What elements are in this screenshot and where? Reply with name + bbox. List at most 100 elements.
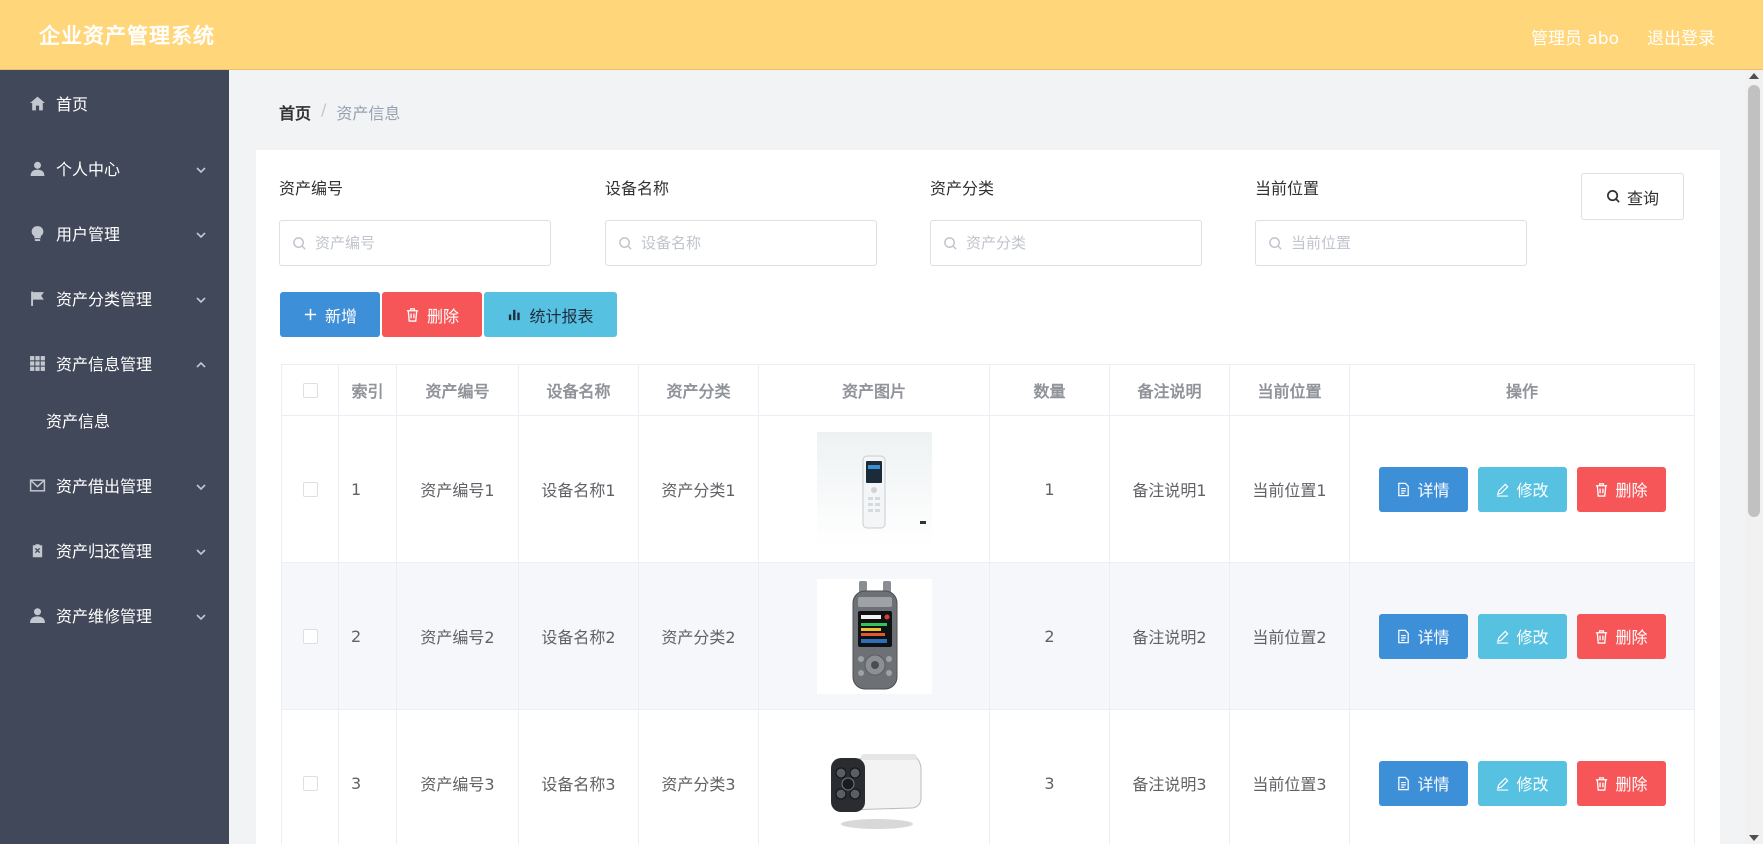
sidebar-item-label: 资产分类管理 xyxy=(56,290,153,309)
row-delete-button[interactable]: 删除 xyxy=(1576,466,1666,512)
security-camera-image xyxy=(816,725,932,841)
sidebar-item-asset-lending[interactable]: 资产借出管理 xyxy=(0,460,229,510)
search-icon xyxy=(944,236,957,250)
trash-icon xyxy=(1596,482,1608,497)
plus-icon xyxy=(304,308,317,321)
asset-category-input-wrap[interactable] xyxy=(930,220,1202,266)
asset-code-input-wrap[interactable] xyxy=(279,220,551,266)
cell-index: 2 xyxy=(339,563,397,709)
row-select-cell xyxy=(282,563,339,709)
edit-button-label: 修改 xyxy=(1516,628,1549,647)
trash-icon xyxy=(406,308,419,322)
header-device-name: 设备名称 xyxy=(519,365,639,415)
flag-icon xyxy=(28,289,46,307)
chevron-down-icon xyxy=(195,608,207,621)
asset-category-input[interactable] xyxy=(966,234,1186,252)
logout-link[interactable]: 退出登录 xyxy=(1647,24,1715,49)
add-button[interactable]: 新增 xyxy=(280,292,380,337)
cell-asset-image xyxy=(759,563,990,709)
location-input[interactable] xyxy=(1291,234,1511,252)
voice-recorder-image xyxy=(816,431,932,547)
edit-button[interactable]: 修改 xyxy=(1477,613,1567,659)
row-delete-button[interactable]: 删除 xyxy=(1576,760,1666,806)
report-button[interactable]: 统计报表 xyxy=(484,292,617,337)
header-quantity: 数量 xyxy=(990,365,1110,415)
location-input-wrap[interactable] xyxy=(1255,220,1527,266)
trash-icon xyxy=(1596,629,1608,644)
sidebar-item-asset-category[interactable]: 资产分类管理 xyxy=(0,273,229,323)
scrollbar-thumb[interactable] xyxy=(1748,85,1760,517)
batch-delete-button[interactable]: 删除 xyxy=(382,292,482,337)
breadcrumb-current: 资产信息 xyxy=(336,104,401,123)
search-icon xyxy=(1607,190,1620,203)
detail-button[interactable]: 详情 xyxy=(1378,613,1468,659)
detail-button-label: 详情 xyxy=(1417,775,1450,794)
row-delete-button-label: 删除 xyxy=(1615,481,1648,500)
breadcrumb: 首页 / 资产信息 xyxy=(279,100,400,124)
edit-button[interactable]: 修改 xyxy=(1477,466,1567,512)
edit-icon xyxy=(1497,482,1510,497)
home-icon xyxy=(28,94,46,112)
cell-index: 3 xyxy=(339,710,397,844)
location-label: 当前位置 xyxy=(1255,179,1320,198)
report-button-label: 统计报表 xyxy=(529,306,594,326)
asset-code-input[interactable] xyxy=(315,234,535,252)
cell-quantity: 3 xyxy=(990,710,1110,844)
cell-location: 当前位置3 xyxy=(1230,710,1350,844)
person-icon xyxy=(28,606,46,624)
cell-asset-image xyxy=(759,710,990,844)
scroll-down-arrow-icon[interactable] xyxy=(1749,835,1759,841)
row-checkbox[interactable] xyxy=(302,628,318,644)
asset-category-label: 资产分类 xyxy=(930,179,995,198)
cell-device-name: 设备名称3 xyxy=(519,710,639,844)
sidebar-item-home[interactable]: 首页 xyxy=(0,78,229,128)
app-title: 企业资产管理系统 xyxy=(39,24,215,48)
header-asset-category: 资产分类 xyxy=(639,365,759,415)
cell-asset-code: 资产编号2 xyxy=(397,563,519,709)
query-button[interactable]: 查询 xyxy=(1581,173,1684,220)
row-delete-button[interactable]: 删除 xyxy=(1576,613,1666,659)
chevron-down-icon xyxy=(195,478,207,491)
device-name-label: 设备名称 xyxy=(605,179,670,198)
sidebar-item-personal-center[interactable]: 个人中心 xyxy=(0,143,229,193)
select-all-checkbox[interactable] xyxy=(302,382,318,398)
detail-button[interactable]: 详情 xyxy=(1378,760,1468,806)
user-icon xyxy=(28,159,46,177)
table-header-row: 索引 资产编号 设备名称 资产分类 资产图片 数量 备注说明 当前位置 操作 xyxy=(282,365,1694,416)
sidebar-item-label: 首页 xyxy=(56,95,89,114)
sidebar-item-asset-repair[interactable]: 资产维修管理 xyxy=(0,590,229,640)
edit-icon xyxy=(1497,629,1510,644)
detail-button[interactable]: 详情 xyxy=(1378,466,1468,512)
row-select-cell xyxy=(282,416,339,562)
device-name-input[interactable] xyxy=(641,234,861,252)
chevron-down-icon xyxy=(195,543,207,556)
cell-device-name: 设备名称2 xyxy=(519,563,639,709)
sidebar-item-asset-info[interactable]: 资产信息管理 xyxy=(0,338,229,388)
edit-button[interactable]: 修改 xyxy=(1477,760,1567,806)
sidebar-item-asset-return[interactable]: 资产归还管理 xyxy=(0,525,229,575)
cell-operations: 详情 修改 删除 xyxy=(1350,710,1694,844)
cell-note: 备注说明1 xyxy=(1110,416,1230,562)
page-scrollbar[interactable] xyxy=(1745,70,1763,844)
admin-user-label[interactable]: 管理员 abo xyxy=(1531,24,1619,49)
sidebar-item-user-management[interactable]: 用户管理 xyxy=(0,208,229,258)
breadcrumb-home[interactable]: 首页 xyxy=(279,100,311,124)
scroll-up-arrow-icon[interactable] xyxy=(1749,73,1759,79)
submenu-item-label: 资产信息 xyxy=(46,412,111,431)
lightbulb-icon xyxy=(28,224,46,242)
chevron-up-icon xyxy=(195,356,207,368)
row-checkbox[interactable] xyxy=(302,775,318,791)
sidebar-item-label: 资产维修管理 xyxy=(56,607,153,626)
trash-icon xyxy=(1596,776,1608,791)
row-select-cell xyxy=(282,710,339,844)
cell-asset-category: 资产分类3 xyxy=(639,710,759,844)
document-icon xyxy=(1398,776,1410,790)
submenu-item-asset-info[interactable]: 资产信息 xyxy=(0,397,229,443)
row-checkbox[interactable] xyxy=(302,481,318,497)
device-name-input-wrap[interactable] xyxy=(605,220,877,266)
header-user-area: 管理员 abo 退出登录 xyxy=(1531,24,1715,49)
document-icon xyxy=(1398,482,1410,496)
header-operations: 操作 xyxy=(1505,382,1538,401)
search-icon xyxy=(1269,236,1282,250)
sidebar-item-label: 个人中心 xyxy=(56,160,121,179)
